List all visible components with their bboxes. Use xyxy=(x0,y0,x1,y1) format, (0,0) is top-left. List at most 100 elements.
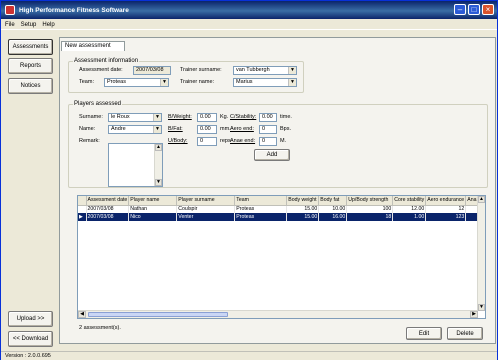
chevron-down-icon[interactable]: ▼ xyxy=(153,114,161,121)
download-button[interactable]: << Download xyxy=(8,331,53,347)
minimize-icon[interactable]: – xyxy=(454,4,466,15)
ubody-field[interactable]: 0 xyxy=(197,137,217,146)
trainer-surname-select[interactable]: van Tubbergh ▼ xyxy=(233,66,297,75)
name-label: Name: xyxy=(79,126,96,132)
remark-textarea[interactable]: ▲ ▼ xyxy=(108,143,163,187)
team-select[interactable]: Proteas ▼ xyxy=(104,78,169,87)
name-select[interactable]: Andre ▼ xyxy=(108,125,162,134)
trainer-name-value: Marius xyxy=(236,79,253,85)
scroll-left-icon[interactable]: ◀ xyxy=(78,311,86,318)
cell: 2007/03/08 xyxy=(86,205,130,213)
col-upbody-strength[interactable]: Up/Body strength xyxy=(346,196,394,206)
row-selector[interactable] xyxy=(78,205,87,213)
anae-end-label: Anae end: xyxy=(230,138,256,144)
col-assessment-date[interactable]: Assessment date xyxy=(86,196,130,206)
col-aero-endurance[interactable]: Aero endurance xyxy=(425,196,467,206)
menu-file[interactable]: File xyxy=(5,22,15,28)
col-player-surname[interactable]: Player surname xyxy=(176,196,236,206)
reports-button[interactable]: Reports xyxy=(8,58,53,74)
app-window: High Performance Fitness Software – □ × … xyxy=(0,0,498,360)
assessment-count: 2 assessment(s). xyxy=(79,325,121,331)
col-body-fat[interactable]: Body fat xyxy=(318,196,348,206)
tab-new-assessment[interactable]: New assessment xyxy=(61,41,125,51)
cell: 2007/03/08 xyxy=(86,213,130,221)
row-selector-arrow-icon[interactable]: ▶ xyxy=(78,213,87,221)
scroll-right-icon[interactable]: ▶ xyxy=(470,311,478,318)
col-body-weight[interactable]: Body weight xyxy=(286,196,320,206)
cell: 100 xyxy=(346,205,394,213)
cell: Coulspir xyxy=(176,205,236,213)
assessment-date-field[interactable]: 2007/03/08 xyxy=(133,66,171,75)
trainer-surname-label: Trainer surname: xyxy=(180,67,222,73)
col-team[interactable]: Team xyxy=(234,196,288,206)
close-icon[interactable]: × xyxy=(482,4,494,15)
grid-vertical-scrollbar[interactable]: ▲ ▼ xyxy=(477,196,485,311)
add-button[interactable]: Add xyxy=(254,149,290,161)
trainer-name-label: Trainer name: xyxy=(180,79,215,85)
cell: 1.00 xyxy=(392,213,427,221)
aero-end-field[interactable]: 0 xyxy=(259,125,277,134)
bfat-label: B/Fat: xyxy=(168,126,183,132)
scroll-down-icon[interactable]: ▼ xyxy=(155,179,162,186)
bweight-field[interactable]: 0.00 xyxy=(197,113,217,122)
anae-end-field[interactable]: 0 xyxy=(259,137,277,146)
col-player-name[interactable]: Player name xyxy=(128,196,178,206)
table-row[interactable]: 2007/03/08 Nathan Coulspir Proteas 15.00… xyxy=(78,205,479,213)
title-bar[interactable]: High Performance Fitness Software – □ × xyxy=(1,1,497,19)
delete-button[interactable]: Delete xyxy=(447,327,483,340)
surname-label: Surname: xyxy=(79,114,103,120)
remark-scrollbar[interactable]: ▲ ▼ xyxy=(154,144,162,186)
notices-button[interactable]: Notices xyxy=(8,78,53,94)
row-selector-header xyxy=(78,196,87,206)
cell: 15.00 xyxy=(286,205,320,213)
scroll-down-icon[interactable]: ▼ xyxy=(478,304,485,311)
status-bar: Version : 2.0.0.695 xyxy=(1,351,497,360)
cell: 123 xyxy=(425,213,467,221)
cstability-label: C/Stability: xyxy=(230,114,257,120)
cell: Nico xyxy=(128,213,178,221)
team-label: Team: xyxy=(79,79,94,85)
assessment-date-label: Assessment date: xyxy=(79,67,123,73)
bweight-label: B/Weight: xyxy=(168,114,192,120)
cell: Proteas xyxy=(234,213,288,221)
assessments-table: Assessment date Player name Player surna… xyxy=(78,196,479,221)
edit-button[interactable]: Edit xyxy=(406,327,442,340)
app-icon xyxy=(5,5,15,15)
trainer-name-select[interactable]: Marius ▼ xyxy=(233,78,297,87)
col-core-stability[interactable]: Core stability xyxy=(392,196,427,206)
table-row-selected[interactable]: ▶ 2007/03/08 Nico Venter Proteas 15.00 1… xyxy=(78,213,479,221)
chevron-down-icon[interactable]: ▼ xyxy=(153,126,161,133)
chevron-down-icon[interactable]: ▼ xyxy=(288,79,296,86)
assessment-info-title: Assessment information xyxy=(73,58,140,64)
chevron-down-icon[interactable]: ▼ xyxy=(288,67,296,74)
menu-help[interactable]: Help xyxy=(42,22,54,28)
bweight-unit: Kg. xyxy=(220,114,229,120)
cell: 12.00 xyxy=(392,205,427,213)
scroll-up-icon[interactable]: ▲ xyxy=(478,196,485,203)
surname-select[interactable]: le Roux ▼ xyxy=(108,113,162,122)
cell: 10.00 xyxy=(318,205,348,213)
scroll-up-icon[interactable]: ▲ xyxy=(155,144,162,151)
cell: 15.00 xyxy=(286,213,320,221)
upload-button[interactable]: Upload >> xyxy=(8,311,53,327)
grid-horizontal-scrollbar[interactable]: ◀ ▶ xyxy=(78,310,478,318)
cell: Proteas xyxy=(234,205,288,213)
cstability-unit: time. xyxy=(280,114,292,120)
bfat-field[interactable]: 0.00 xyxy=(197,125,217,134)
window-title: High Performance Fitness Software xyxy=(19,6,129,14)
ubody-label: U/Body: xyxy=(168,138,188,144)
maximize-icon[interactable]: □ xyxy=(468,4,480,15)
chevron-down-icon[interactable]: ▼ xyxy=(160,79,168,86)
assessments-grid[interactable]: Assessment date Player name Player surna… xyxy=(77,195,486,319)
cstability-field[interactable]: 0.00 xyxy=(259,113,277,122)
trainer-surname-value: van Tubbergh xyxy=(236,67,270,73)
surname-value: le Roux xyxy=(111,114,130,120)
assessments-button[interactable]: Assessments xyxy=(8,39,53,55)
players-assessed-title: Players assessed xyxy=(73,101,123,107)
menu-setup[interactable]: Setup xyxy=(21,22,37,28)
remark-label: Remark: xyxy=(79,138,100,144)
scroll-thumb[interactable] xyxy=(88,312,228,317)
cell: Nathan xyxy=(128,205,178,213)
cell: Venter xyxy=(176,213,236,221)
name-value: Andre xyxy=(111,126,126,132)
